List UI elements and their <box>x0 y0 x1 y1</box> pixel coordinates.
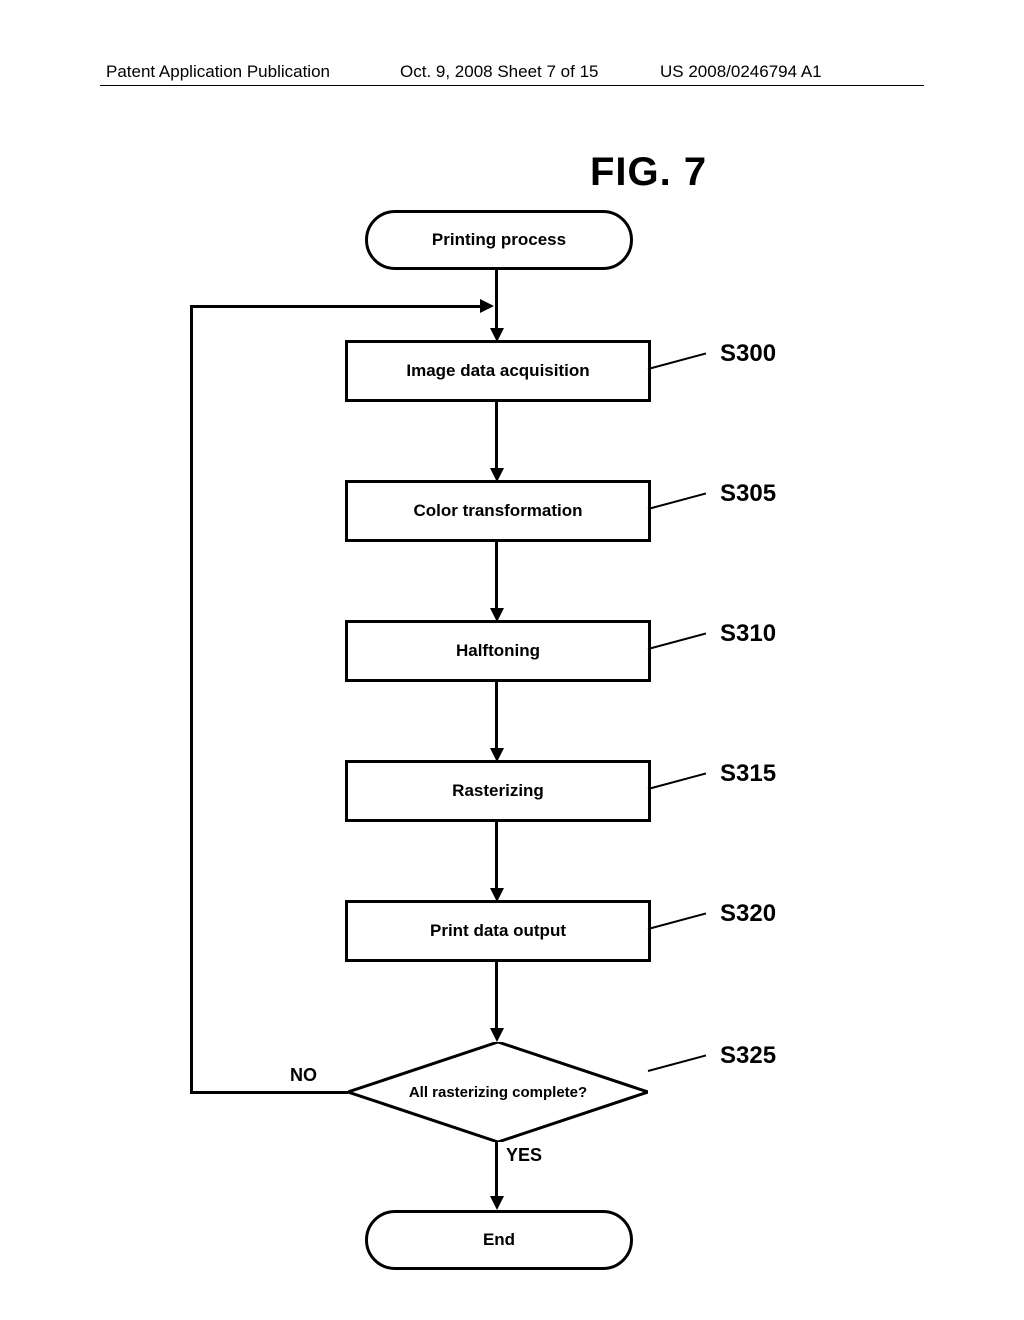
process-s305: Color transformation <box>345 480 651 542</box>
header-rule <box>100 85 924 86</box>
terminal-start: Printing process <box>365 210 633 270</box>
flowchart: Printing process Image data acquisition … <box>0 210 1024 1270</box>
arrow-down-icon <box>490 1196 504 1210</box>
label-s325: S325 <box>720 1042 776 1070</box>
figure-label: FIG. 7 <box>590 150 707 195</box>
label-s315: S315 <box>720 760 776 788</box>
leader-line <box>648 633 706 650</box>
label-s305: S305 <box>720 480 776 508</box>
header-left: Patent Application Publication <box>106 62 330 82</box>
terminal-end: End <box>365 1210 633 1270</box>
branch-yes-label: YES <box>506 1145 542 1166</box>
connector <box>495 399 498 470</box>
process-s320: Print data output <box>345 900 651 962</box>
connector <box>495 959 498 1030</box>
decision-text: All rasterizing complete? <box>348 1042 648 1142</box>
leader-line <box>648 493 706 510</box>
process-s300: Image data acquisition <box>345 340 651 402</box>
leader-line <box>648 913 706 930</box>
label-s300: S300 <box>720 340 776 368</box>
connector-no <box>190 305 482 308</box>
header-right: US 2008/0246794 A1 <box>660 62 822 82</box>
leader-line <box>648 773 706 790</box>
leader-line <box>648 353 706 370</box>
arrow-down-icon <box>490 1028 504 1042</box>
header-center: Oct. 9, 2008 Sheet 7 of 15 <box>400 62 598 82</box>
process-s310: Halftoning <box>345 620 651 682</box>
label-s320: S320 <box>720 900 776 928</box>
branch-no-label: NO <box>290 1065 317 1086</box>
connector <box>495 267 498 330</box>
connector-no <box>190 1091 348 1094</box>
arrow-right-icon <box>480 299 494 313</box>
connector-yes <box>495 1142 498 1198</box>
process-s315: Rasterizing <box>345 760 651 822</box>
leader-line <box>648 1055 706 1072</box>
label-s310: S310 <box>720 620 776 648</box>
decision-s325: All rasterizing complete? <box>348 1042 648 1142</box>
connector <box>495 679 498 750</box>
connector <box>495 539 498 610</box>
connector <box>495 819 498 890</box>
connector-no <box>190 305 193 1094</box>
